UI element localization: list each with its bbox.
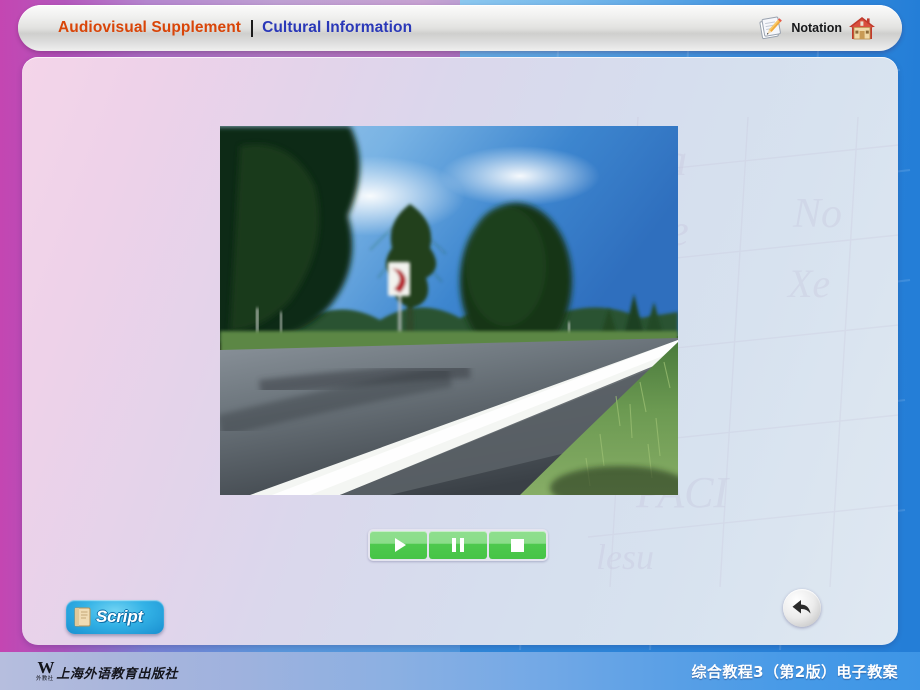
publisher-logo-group: W 外教社 上海外语教育出版社 <box>36 659 178 683</box>
media-controls <box>368 529 548 561</box>
publisher-mark-logo: W 外教社 <box>36 658 54 683</box>
publisher-mark: W <box>37 658 54 678</box>
svg-text:lesu: lesu <box>596 537 654 577</box>
breadcrumb: Audiovisual Supplement Cultural Informat… <box>58 19 412 37</box>
pause-icon <box>451 538 464 552</box>
svg-text:No: No <box>792 191 842 237</box>
play-icon <box>394 538 406 552</box>
notation-label: Notation <box>791 21 842 35</box>
video-player[interactable] <box>220 126 678 495</box>
home-icon[interactable] <box>848 15 876 41</box>
header-actions: Notation <box>759 15 876 41</box>
script-button[interactable]: Script <box>66 600 164 634</box>
course-title: 综合教程3（第2版）电子教案 <box>691 662 898 681</box>
notepad-pencil-icon[interactable] <box>759 16 785 40</box>
play-button[interactable] <box>370 531 428 559</box>
stop-button[interactable] <box>488 531 546 559</box>
back-arrow-icon <box>792 600 811 614</box>
script-button-label: Script <box>96 607 143 626</box>
publisher-mark-sub: 外教社 <box>36 676 54 683</box>
back-button[interactable] <box>783 589 821 627</box>
content-panel: Qua ecipe No Xe A PACI lesu <box>22 57 898 645</box>
pause-button[interactable] <box>429 531 487 559</box>
page-subtitle: Cultural Information <box>262 19 413 36</box>
book-icon <box>73 606 92 628</box>
slide-root: Qua ecipe No Xe A PACI lesu Audiovisual … <box>0 0 920 690</box>
svg-text:Xe: Xe <box>786 261 830 306</box>
publisher-name: 上海外语教育出版社 <box>56 666 178 682</box>
stop-icon <box>510 538 524 552</box>
footer-bar: W 外教社 上海外语教育出版社 综合教程3（第2版）电子教案 <box>0 652 920 690</box>
title-separator <box>251 19 254 37</box>
header-bar: Audiovisual Supplement Cultural Informat… <box>18 5 902 51</box>
page-title: Audiovisual Supplement <box>58 19 242 36</box>
